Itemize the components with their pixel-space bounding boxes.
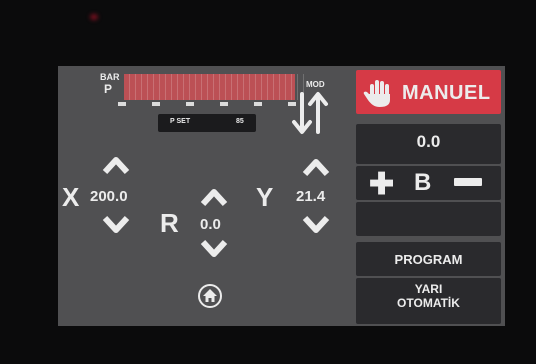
yari-line-1: YARI (414, 282, 443, 296)
x-axis-label: X (62, 182, 80, 212)
r-axis-label: R (160, 208, 179, 238)
manuel-label: MANUEL (402, 82, 491, 104)
pressure-label: P (104, 82, 113, 96)
r-down-button[interactable] (200, 238, 228, 260)
hmi-screen: BAR P P SET 85 MOD MANUEL 0.0 ✚ B PROGRA… (58, 66, 505, 326)
y-up-button[interactable] (302, 156, 330, 178)
x-up-button[interactable] (102, 154, 130, 176)
r-up-button[interactable] (200, 186, 228, 208)
bar-unit-label: BAR (100, 72, 120, 82)
pressure-bar-ticks (124, 74, 304, 100)
up-down-arrows-icon[interactable] (290, 90, 330, 136)
pressure-scale (118, 102, 318, 106)
y-axis-label: Y (256, 182, 274, 212)
home-button[interactable] (198, 284, 222, 308)
hand-icon (362, 78, 396, 108)
y-down-button[interactable] (302, 214, 330, 236)
value-display-text: 0.0 (416, 132, 441, 151)
home-icon (203, 289, 217, 302)
yari-line-2: OTOMATİK (397, 296, 460, 310)
x-value: 200.0 (90, 188, 128, 205)
x-down-button[interactable] (102, 214, 130, 236)
minus-icon[interactable] (454, 178, 482, 186)
status-led (90, 14, 98, 20)
r-value: 0.0 (200, 216, 221, 233)
mod-label: MOD (306, 80, 325, 89)
empty-panel (356, 202, 501, 236)
y-value: 21.4 (296, 188, 326, 205)
pset-value: 85 (236, 118, 244, 125)
b-label: B (414, 169, 432, 196)
program-label: PROGRAM (394, 252, 463, 267)
pressure-bar (124, 74, 304, 100)
plus-icon[interactable]: ✚ (369, 170, 394, 200)
pset-label: P SET (170, 118, 191, 125)
yari-otomatik-label: YARI OTOMATİK (356, 282, 501, 310)
